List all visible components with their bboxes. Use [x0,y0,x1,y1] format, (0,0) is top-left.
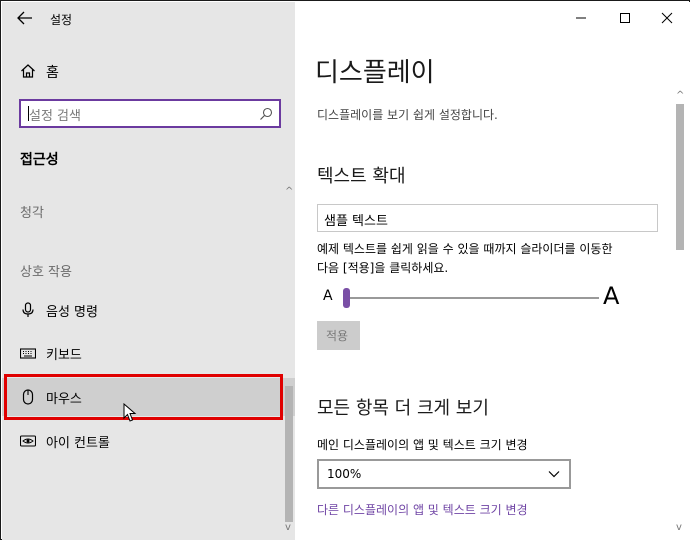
sidebar-item-label: 키보드 [46,348,82,363]
home-icon [21,64,35,78]
make-everything-bigger-heading: 모든 항목 더 크게 보기 [317,398,489,419]
search-icon[interactable] [259,107,273,121]
content-scroll-thumb[interactable] [676,104,684,250]
group-label-interaction: 상호 작용 [20,265,72,280]
slider-handle[interactable] [343,288,350,308]
text-size-heading: 텍스트 확대 [317,166,406,187]
microphone-icon [22,302,34,317]
settings-window: 설정 홈 설정 검색 접근성 청각 상호 작용 음성 명령 키보드 마우스 아이… [0,0,690,540]
content-pane: 디스플레이 디스플레이를 보기 쉽게 설정합니다. 텍스트 확대 샘플 텍스트 … [295,2,690,540]
sidebar-item-label: 아이 컨트롤 [46,436,110,451]
sample-text: 샘플 텍스트 [324,214,388,229]
maximize-icon[interactable] [615,8,635,28]
keyboard-icon [20,348,36,359]
search-placeholder: 설정 검색 [29,109,81,124]
chevron-down-icon [548,471,560,478]
instruction-line-1: 예제 텍스트를 쉽게 읽을 수 있을 때까지 슬라이더를 이동한 [317,242,613,256]
content-scrollbar[interactable]: ^ v [674,90,686,536]
scroll-down-icon[interactable]: v [285,522,291,533]
title-bar-left: 설정 [2,2,295,34]
sidebar-item-eye-control[interactable]: 아이 컨트롤 [2,422,295,460]
sidebar-item-home[interactable]: 홈 [2,58,295,84]
apply-button[interactable]: 적용 [317,321,360,350]
sidebar-scrollbar[interactable]: ^ v [283,186,295,536]
slider-track[interactable] [347,297,599,299]
scale-dropdown-label: 메인 디스플레이의 앱 및 텍스트 크기 변경 [317,438,528,452]
sidebar-scroll-thumb[interactable] [285,386,293,522]
scroll-up-icon[interactable]: ^ [285,186,293,197]
scale-dropdown-value: 100% [327,467,362,481]
page-title: 디스플레이 [315,58,435,88]
app-title: 설정 [50,13,73,27]
close-icon[interactable] [657,8,677,28]
sidebar-item-keyboard[interactable]: 키보드 [2,334,295,372]
text-size-slider[interactable]: A A [317,282,629,314]
instruction-line-2: 다음 [적용]을 클릭하세요. [317,261,449,275]
page-description: 디스플레이를 보기 쉽게 설정합니다. [317,108,498,122]
slider-max-label: A [603,282,620,310]
search-input[interactable]: 설정 검색 [19,99,281,128]
sidebar-item-label: 음성 명령 [46,305,98,320]
group-label-hearing: 청각 [20,206,44,221]
sidebar: 설정 홈 설정 검색 접근성 청각 상호 작용 음성 명령 키보드 마우스 아이… [2,2,295,540]
mouse-pointer-icon [123,403,137,422]
scroll-down-icon[interactable]: v [676,522,682,533]
scale-dropdown[interactable]: 100% [317,459,571,489]
text-size-instruction: 예제 텍스트를 쉽게 읽을 수 있을 때까지 슬라이더를 이동한 다음 [적용]… [317,240,667,278]
red-highlight-box [4,374,283,420]
minimize-icon[interactable] [571,8,591,28]
apply-button-label: 적용 [326,329,349,343]
other-display-scale-link[interactable]: 다른 디스플레이의 앱 및 텍스트 크기 변경 [317,501,528,518]
slider-min-label: A [323,288,333,304]
back-arrow-icon[interactable] [16,10,34,26]
eye-control-icon [20,435,36,447]
section-title: 접근성 [20,152,59,168]
sample-text-box: 샘플 텍스트 [317,204,658,232]
sidebar-item-speech[interactable]: 음성 명령 [2,291,295,329]
home-label: 홈 [46,65,59,81]
scroll-up-icon[interactable]: ^ [676,90,684,101]
